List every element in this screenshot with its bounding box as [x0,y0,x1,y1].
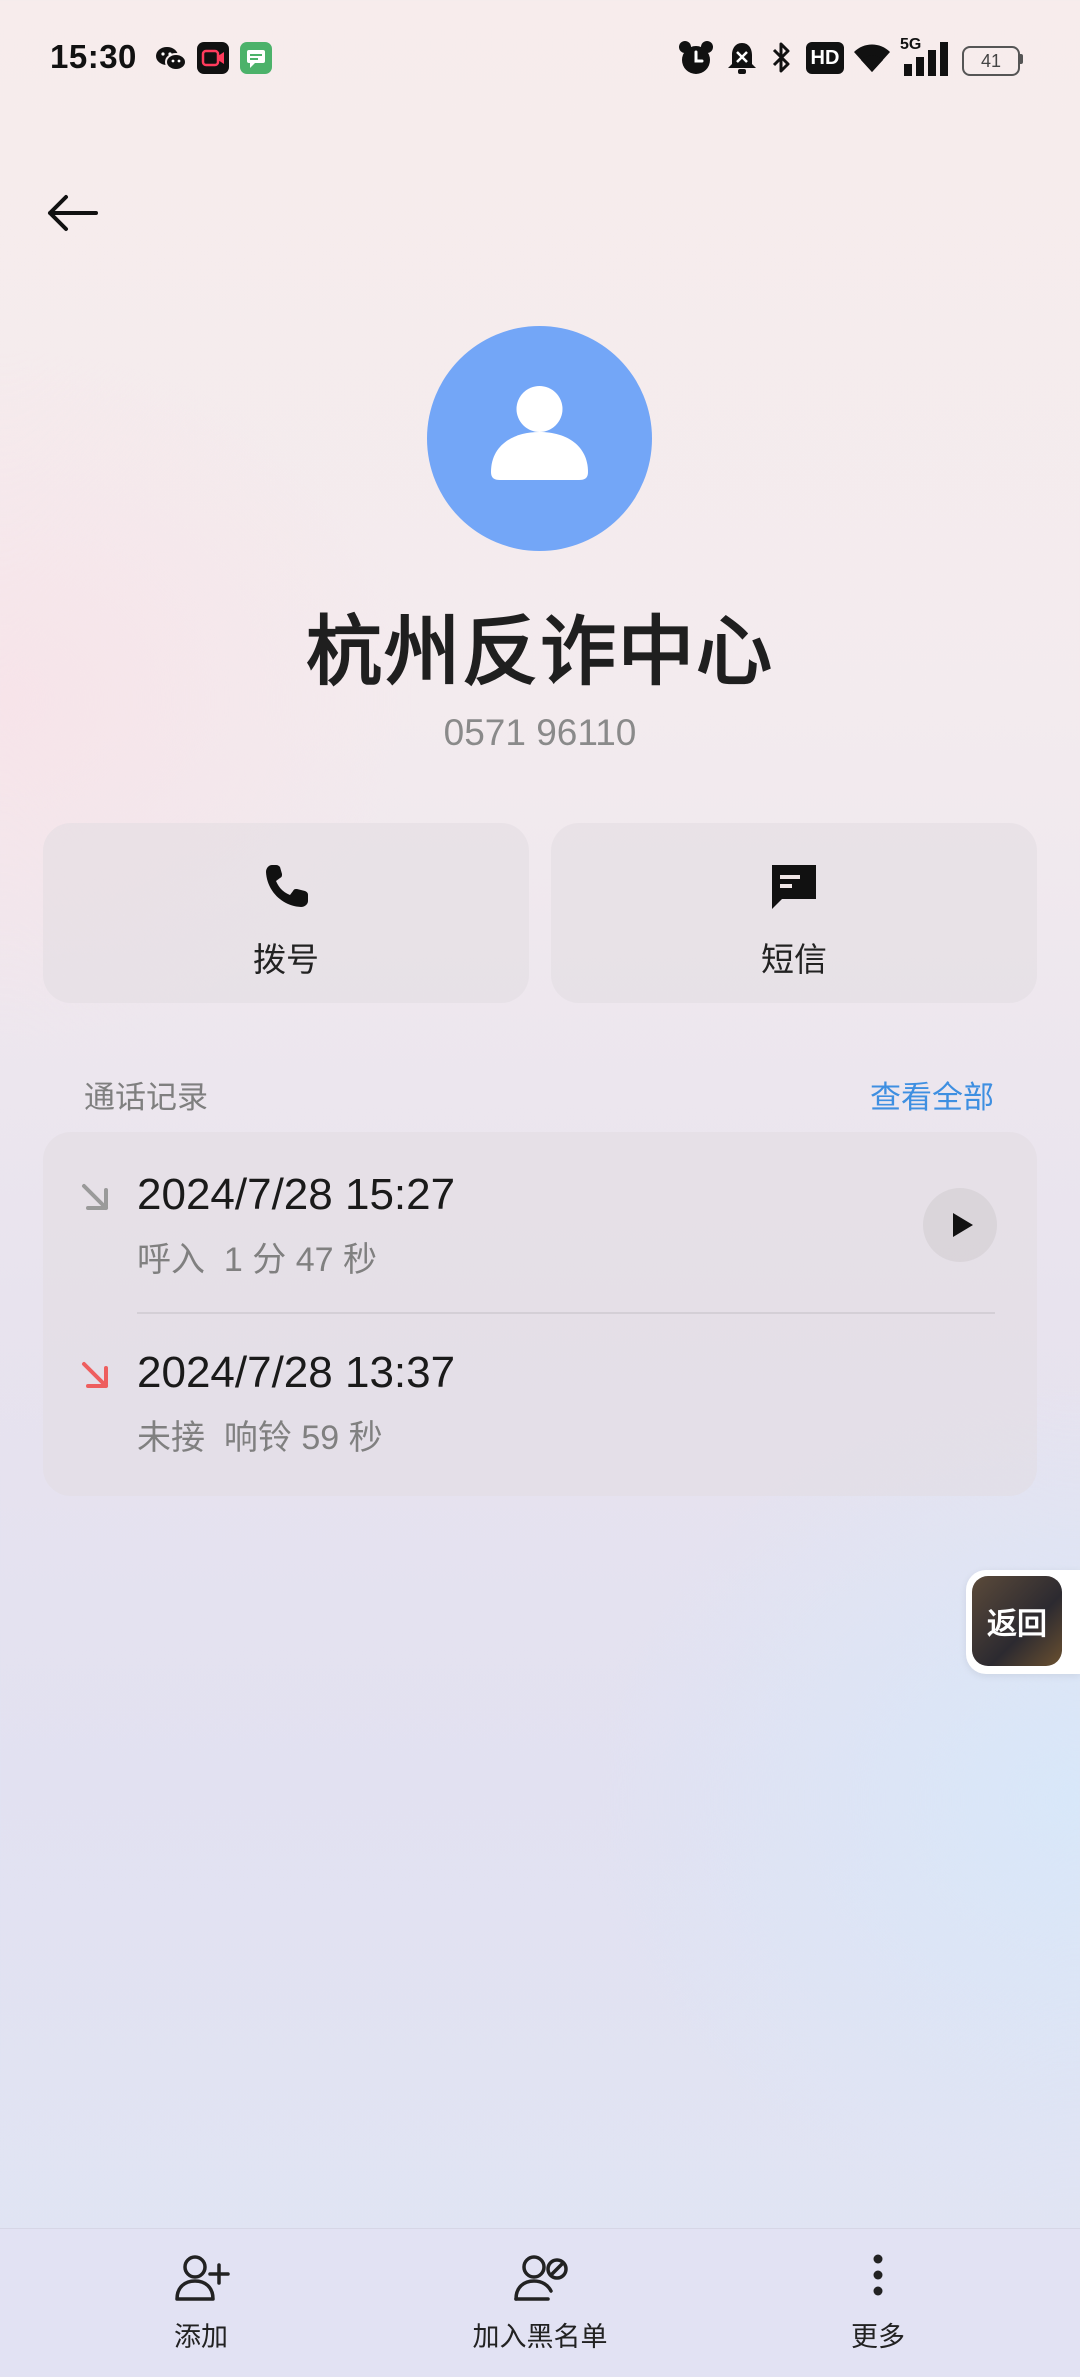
battery-tip [1019,54,1023,64]
message-app-icon [240,42,272,74]
wifi-icon [854,44,890,72]
more-vertical-icon [873,2254,883,2296]
phone-icon [266,865,308,907]
sms-button[interactable]: 短信 [551,823,1037,1003]
person-icon [491,386,588,480]
call-log-title: 通话记录 [84,1080,208,1115]
back-arrow-icon[interactable] [40,180,106,246]
status-bar: 15:30 HD 5G 41 [0,0,1080,120]
block-contact-icon [514,2255,568,2301]
play-icon [953,1213,973,1237]
add-contact-label: 添加 [174,2322,228,2352]
add-contact-icon [175,2255,230,2301]
battery-icon: 41 [962,46,1020,76]
call-log-item[interactable] [43,1142,1037,1312]
more-label: 更多 [851,2322,905,2352]
dial-button[interactable]: 拨号 [43,823,529,1003]
bottom-toolbar: 添加 加入黑名单 更多 [0,2228,1080,2377]
video-app-icon [197,42,229,74]
play-recording-button[interactable] [923,1188,997,1262]
add-contact-button[interactable]: 添加 [81,2251,321,2354]
call-detail: 呼入 1 分 47 秒 [137,1241,377,1279]
call-datetime: 2024/7/28 15:27 [137,1170,456,1219]
blacklist-label: 加入黑名单 [472,2322,608,2352]
battery-level: 41 [980,50,1002,71]
wechat-icon [156,47,187,71]
signal-icon [904,42,948,76]
message-icon [772,865,816,909]
floating-return-button[interactable]: 返回 [966,1570,1080,1674]
more-button[interactable]: 更多 [758,2251,998,2354]
sms-label: 短信 [761,941,827,978]
avatar [427,326,652,551]
bluetooth-icon [772,42,790,73]
missed-call-icon [82,1362,108,1388]
blacklist-button[interactable]: 加入黑名单 [420,2251,660,2354]
contact-name: 杭州反诈中心 [306,610,774,695]
hd-icon: HD [806,42,844,74]
contact-number: 0571 96110 [443,712,637,753]
incoming-call-icon [82,1184,108,1210]
dial-label: 拨号 [253,941,319,978]
call-datetime: 2024/7/28 13:37 [137,1348,456,1397]
floating-return-label: 返回 [972,1576,1062,1666]
mute-icon [728,43,756,74]
status-time: 15:30 [50,38,137,75]
alarm-icon [679,41,713,74]
view-all-link[interactable]: 查看全部 [870,1072,994,1117]
call-detail: 未接 响铃 59 秒 [137,1419,383,1457]
